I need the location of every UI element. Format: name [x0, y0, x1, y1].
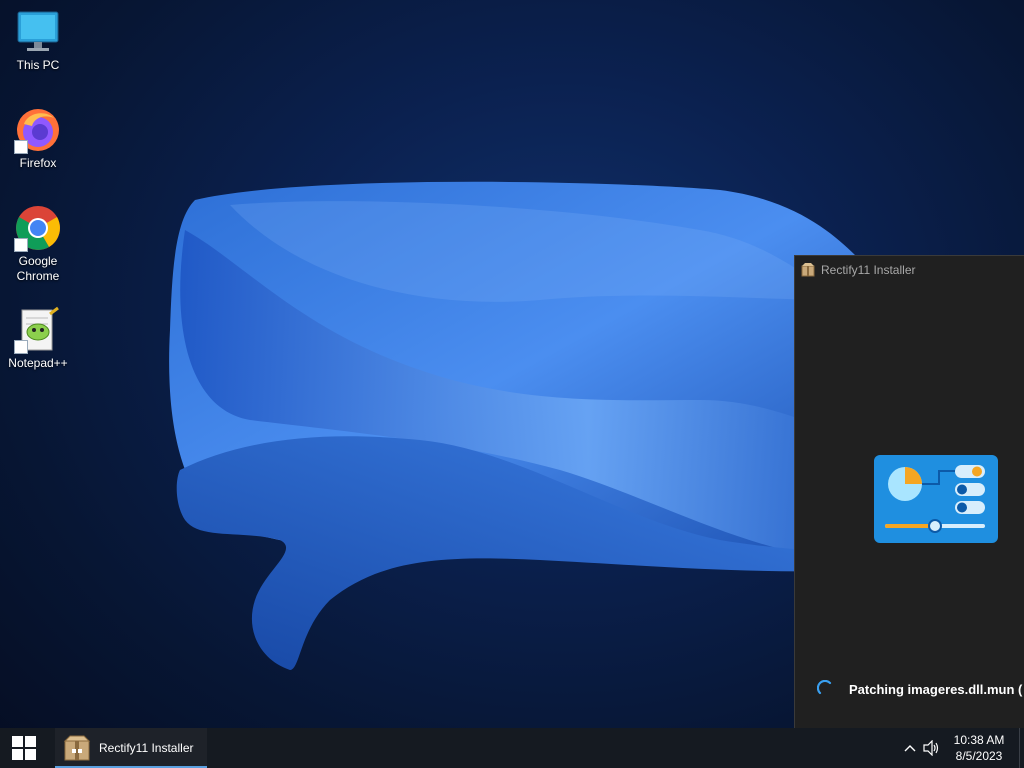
notepadpp-icon	[14, 306, 62, 354]
clock-date: 8/5/2023	[955, 749, 1003, 763]
desktop-icon-notepadpp[interactable]: Notepad++	[0, 306, 76, 371]
taskbar-clock[interactable]: 10:38 AM 8/5/2023	[947, 732, 1011, 764]
show-hidden-icons-button[interactable]	[899, 728, 921, 768]
speaker-icon	[923, 740, 939, 756]
installer-window[interactable]: Rectify11 Installer Patching imageres.dl…	[794, 255, 1024, 730]
installer-titlebar[interactable]: Rectify11 Installer	[795, 256, 1024, 284]
desktop-icon-google-chrome[interactable]: Google Chrome	[0, 204, 76, 284]
taskbar-app-rectify11-installer[interactable]: Rectify11 Installer	[55, 728, 207, 768]
clock-time: 10:38 AM	[953, 733, 1005, 747]
desktop-icon-firefox[interactable]: Firefox	[0, 106, 76, 171]
start-button[interactable]	[0, 728, 48, 768]
computer-icon	[14, 8, 62, 56]
rectify11-control-panel-icon	[874, 455, 998, 543]
shortcut-arrow-icon	[14, 140, 28, 154]
chrome-icon	[14, 204, 62, 252]
show-desktop-button[interactable]	[1019, 728, 1024, 768]
firefox-icon	[14, 106, 62, 154]
desktop-icon-label: Notepad++	[8, 356, 68, 370]
system-tray: 10:38 AM 8/5/2023	[899, 728, 1024, 768]
desktop-icon-label: Firefox	[19, 156, 57, 170]
shortcut-arrow-icon	[14, 340, 28, 354]
windows-logo-icon	[12, 736, 36, 760]
installer-status: Patching imageres.dll.mun (	[817, 680, 1022, 698]
package-icon	[63, 735, 91, 761]
shortcut-arrow-icon	[14, 238, 28, 252]
loading-spinner-icon	[817, 680, 832, 695]
installer-window-title: Rectify11 Installer	[821, 263, 916, 277]
taskbar-app-label: Rectify11 Installer	[99, 741, 194, 755]
desktop-screen: This PC Firefox Google Chrome Notepad++ …	[0, 0, 1024, 768]
volume-button[interactable]	[921, 728, 943, 768]
desktop-icon-label: Google Chrome	[16, 254, 60, 283]
chevron-up-icon	[904, 745, 916, 752]
desktop-icon-label: This PC	[16, 58, 60, 72]
taskbar: Rectify11 Installer 10:38 AM 8/5/2023	[0, 728, 1024, 768]
package-icon	[801, 263, 815, 277]
installer-status-text: Patching imageres.dll.mun (	[849, 681, 1023, 697]
desktop-icon-this-pc[interactable]: This PC	[0, 8, 76, 73]
